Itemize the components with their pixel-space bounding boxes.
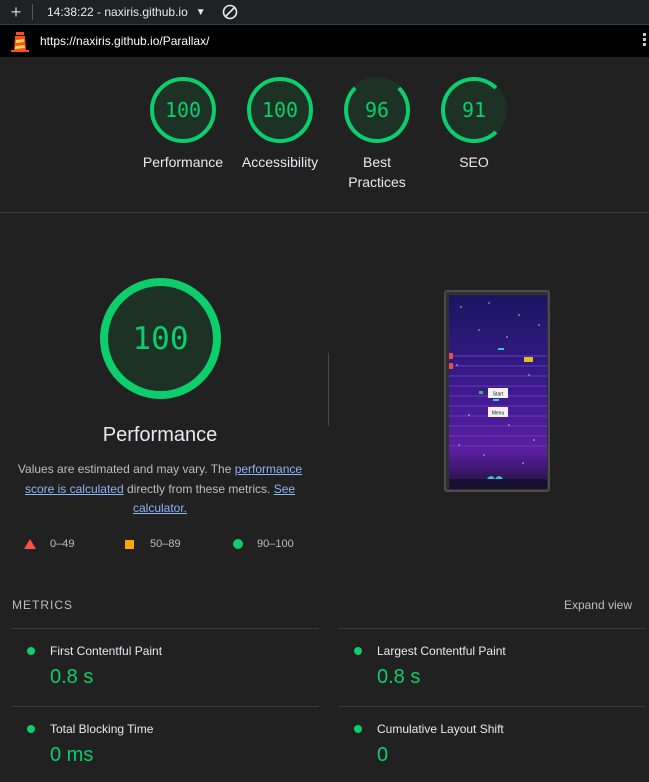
best-practices-gauge[interactable]: 96 — [344, 77, 410, 143]
expand-view-toggle[interactable]: Expand view — [564, 598, 632, 612]
legend-pass: 90–100 — [233, 538, 294, 550]
url-bar: https://naxiris.github.io/Parallax/ — [0, 25, 649, 57]
average-square-icon — [125, 539, 134, 549]
tab-bar: + 14:38:22 - naxiris.github.io ▼ — [0, 0, 649, 25]
url-text[interactable]: https://naxiris.github.io/Parallax/ — [40, 34, 209, 48]
best-practices-score: 96 — [364, 98, 390, 122]
game-screenshot-image: Start Menu — [449, 295, 547, 489]
blocked-icon[interactable] — [222, 4, 238, 20]
more-options-icon[interactable] — [643, 33, 647, 48]
desc-mid: directly from these metrics. — [123, 481, 274, 496]
metric-divider — [339, 706, 645, 707]
performance-description: Values are estimated and may vary. The p… — [10, 460, 310, 519]
accessibility-label[interactable]: Accessibility — [230, 152, 330, 172]
fcp-name: First Contentful Paint — [50, 644, 163, 658]
performance-label[interactable]: Performance — [133, 152, 233, 172]
legend-fail-label: 0–49 — [50, 538, 75, 550]
best-practices-label[interactable]: Best Practices — [327, 152, 427, 192]
final-screenshot[interactable]: Start Menu — [444, 290, 550, 492]
fcp-pass-icon — [27, 647, 35, 655]
lighthouse-logo-icon — [11, 32, 29, 52]
tab-title[interactable]: 14:38:22 - naxiris.github.io — [47, 5, 188, 19]
game-menu-button: Menu — [492, 411, 505, 417]
performance-title: Performance — [102, 424, 218, 446]
desc-prefix: Values are estimated and may vary. The — [17, 462, 235, 476]
fcp-value: 0.8 s — [50, 666, 94, 688]
performance-score: 100 — [164, 98, 202, 122]
tbt-pass-icon — [27, 725, 35, 733]
metric-divider — [12, 706, 319, 707]
performance-gauge[interactable]: 100 — [150, 77, 216, 143]
legend-fail: 0–49 — [24, 538, 74, 550]
tab-separator — [32, 4, 33, 20]
seo-label[interactable]: SEO — [424, 152, 524, 172]
metric-divider — [12, 628, 319, 629]
lcp-pass-icon — [354, 647, 362, 655]
metric-divider — [339, 628, 645, 629]
legend-pass-label: 90–100 — [257, 538, 294, 550]
metrics-title: METRICS — [12, 598, 73, 612]
tbt-name: Total Blocking Time — [50, 722, 154, 736]
performance-big-score: 100 — [132, 320, 189, 357]
best-practices-label-line2: Practices — [348, 174, 406, 190]
pass-circle-icon — [233, 539, 243, 549]
legend-average: 50–89 — [125, 538, 181, 550]
cls-value: 0 — [377, 744, 389, 766]
tab-dropdown-caret-icon[interactable]: ▼ — [196, 7, 206, 18]
lcp-value: 0.8 s — [377, 666, 421, 688]
seo-score: 91 — [461, 98, 487, 122]
game-start-button: Start — [493, 392, 504, 398]
vertical-divider — [328, 353, 329, 426]
section-divider — [0, 212, 649, 213]
accessibility-gauge[interactable]: 100 — [247, 77, 313, 143]
fail-triangle-icon — [24, 539, 36, 549]
best-practices-label-line1: Best — [362, 154, 391, 170]
accessibility-score: 100 — [261, 98, 299, 122]
cls-pass-icon — [354, 725, 362, 733]
legend-average-label: 50–89 — [150, 538, 181, 550]
seo-gauge[interactable]: 91 — [441, 77, 507, 143]
tbt-value: 0 ms — [50, 744, 94, 766]
cls-name: Cumulative Layout Shift — [377, 722, 504, 736]
performance-big-gauge: 100 — [100, 278, 221, 399]
lcp-name: Largest Contentful Paint — [377, 644, 506, 658]
new-tab-plus-icon[interactable]: + — [0, 0, 32, 25]
